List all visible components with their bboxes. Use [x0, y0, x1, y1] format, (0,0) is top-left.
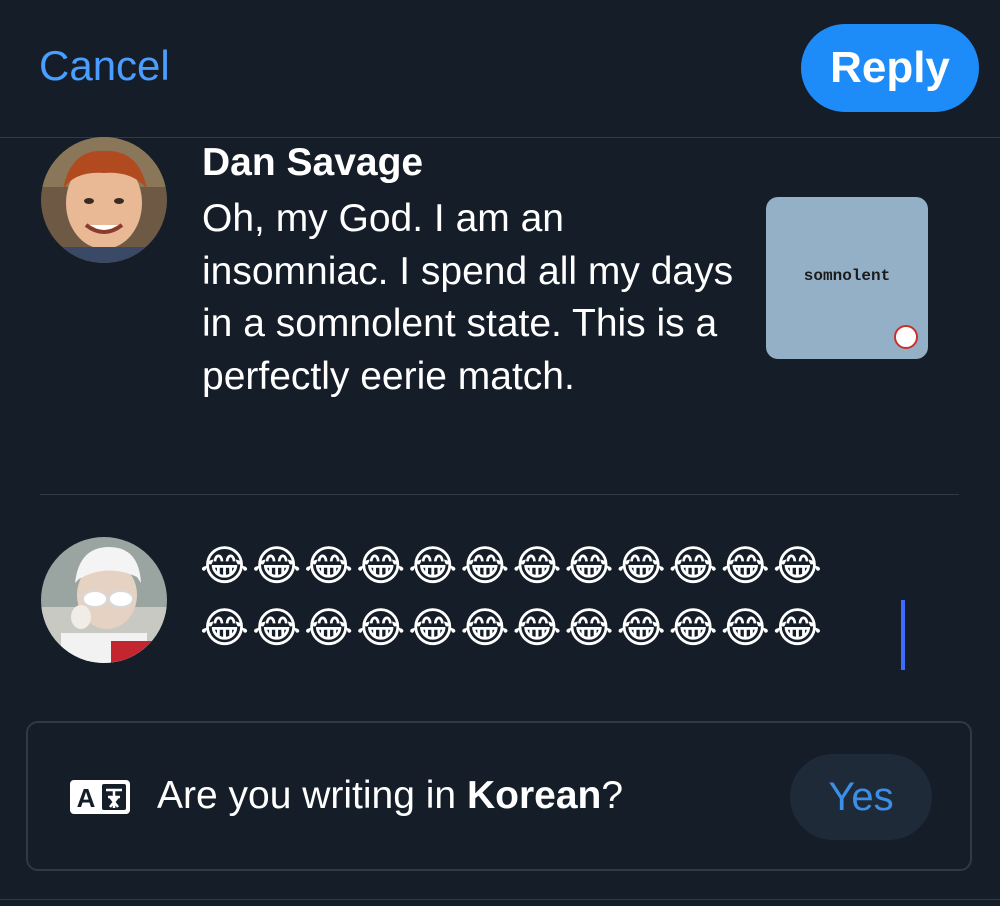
- detected-language: Korean: [466, 774, 602, 817]
- compose-text-line[interactable]: 😂😂😂😂😂😂😂😂😂😂😂😂: [200, 537, 920, 595]
- language-question: Are you writing in Korean?: [157, 774, 624, 817]
- tweet-media-thumbnail[interactable]: somnolent: [766, 197, 928, 359]
- translate-icon: A: [70, 780, 130, 814]
- reply-button[interactable]: Reply: [801, 24, 979, 112]
- author-avatar[interactable]: [41, 137, 167, 263]
- svg-text:A: A: [77, 783, 96, 813]
- thumbnail-word: somnolent: [803, 267, 891, 285]
- compose-text-line[interactable]: 😂😂😂😂😂😂😂😂😂😂😂😂: [200, 599, 920, 657]
- user-avatar[interactable]: [41, 537, 167, 663]
- publisher-logo: [894, 325, 918, 349]
- tweet-author-name[interactable]: Dan Savage: [202, 141, 423, 185]
- language-suggestion-banner: A Are you writing in Korean? Yes: [26, 721, 972, 871]
- divider: [40, 494, 959, 495]
- compose-header: Cancel Reply: [0, 0, 1000, 138]
- cancel-button[interactable]: Cancel: [39, 42, 170, 90]
- text-cursor: [901, 600, 905, 670]
- tweet-text: Oh, my God. I am an insomniac. I spend a…: [202, 197, 734, 398]
- confirm-language-button[interactable]: Yes: [790, 754, 932, 840]
- bottom-divider: [0, 899, 1000, 900]
